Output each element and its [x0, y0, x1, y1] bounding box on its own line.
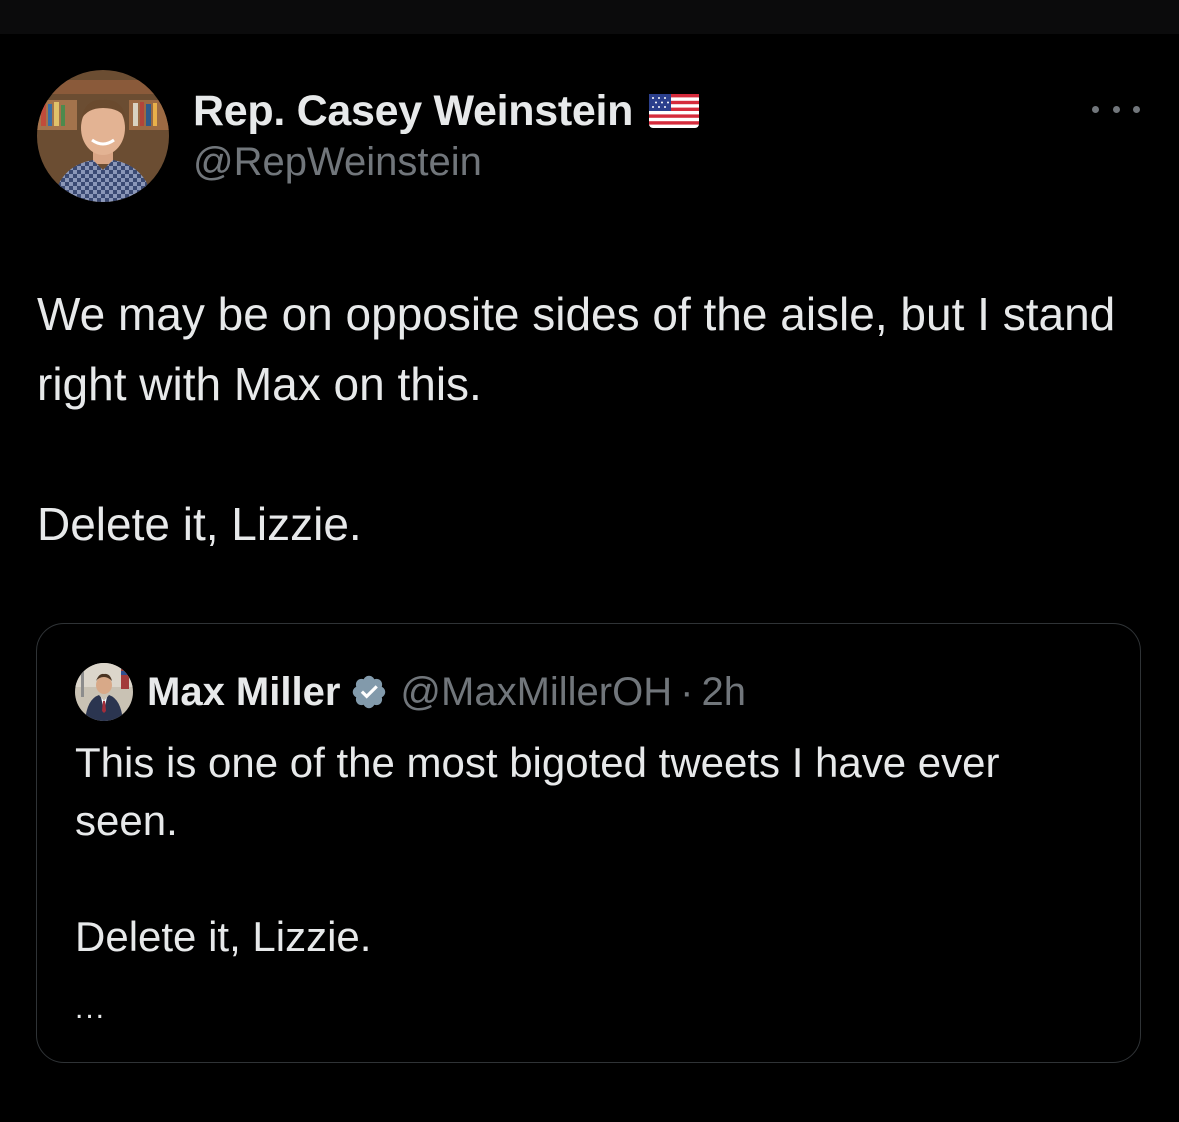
verified-badge-icon: [350, 673, 388, 711]
tweet[interactable]: Rep. Casey Weinstein @RepWeinstein We ma…: [0, 34, 1179, 1122]
quoted-tweet-text: This is one of the most bigoted tweets I…: [75, 739, 1000, 960]
more-horizontal-icon-dot: [1133, 105, 1140, 113]
author-info: Rep. Casey Weinstein @RepWeinstein: [193, 84, 700, 185]
us-flag-icon: [649, 94, 700, 128]
more-options-button[interactable]: [1092, 94, 1140, 124]
quoted-author-handle[interactable]: @MaxMillerOH: [400, 670, 672, 715]
author-name-row: Rep. Casey Weinstein: [193, 84, 700, 138]
tweet-text: We may be on opposite sides of the aisle…: [37, 288, 1116, 550]
status-bar-strip: [0, 0, 1179, 34]
author-avatar[interactable]: [37, 70, 169, 202]
header-separator: ·: [680, 669, 694, 714]
quoted-tweet-card[interactable]: Max Miller @MaxMillerOH · 2h This is one…: [36, 623, 1141, 1063]
author-handle[interactable]: @RepWeinstein: [193, 140, 699, 185]
quoted-tweet-truncation-ellipsis: ...: [75, 992, 107, 1025]
quoted-tweet-timestamp[interactable]: 2h: [701, 670, 746, 715]
author-display-name[interactable]: Rep. Casey Weinstein: [193, 87, 633, 136]
page: Rep. Casey Weinstein @RepWeinstein We ma…: [0, 0, 1179, 1122]
more-horizontal-icon-dot: [1092, 105, 1099, 113]
more-horizontal-icon-dot: [1112, 105, 1120, 113]
quoted-tweet-header: Max Miller @MaxMillerOH · 2h: [75, 660, 746, 724]
quoted-author-display-name[interactable]: Max Miller: [147, 670, 340, 715]
quoted-author-avatar[interactable]: [75, 663, 133, 721]
